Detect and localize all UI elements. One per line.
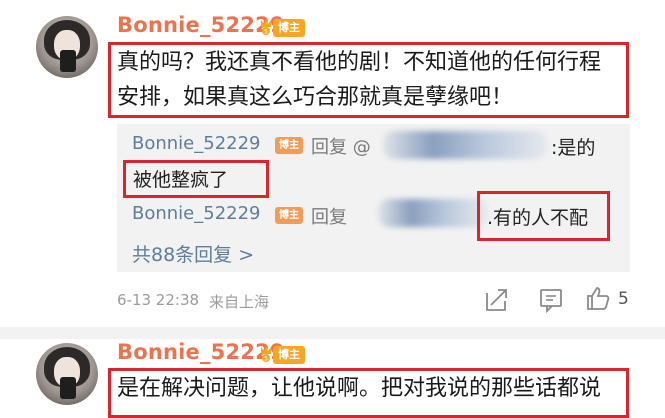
divider bbox=[0, 327, 665, 339]
reply-username[interactable]: Bonnie_52229 bbox=[132, 203, 261, 224]
host-badge: 博主 bbox=[273, 346, 305, 364]
like-icon[interactable] bbox=[585, 285, 611, 311]
reply-username[interactable]: Bonnie_52229 bbox=[132, 133, 261, 154]
blurred-username bbox=[378, 199, 488, 227]
comment-text-line-1: 真的吗？我还真不看他的剧！不知道他的任何行程 bbox=[117, 50, 602, 75]
like-count: 5 bbox=[618, 289, 629, 309]
host-badge: 博主 bbox=[273, 19, 305, 37]
svg-text:5: 5 bbox=[264, 356, 268, 363]
reply-text: .有的人不配 bbox=[487, 207, 589, 229]
comment-icon[interactable] bbox=[538, 287, 564, 313]
comment-location: 来自上海 bbox=[209, 293, 270, 311]
avatar[interactable] bbox=[36, 343, 98, 405]
avatar[interactable] bbox=[36, 16, 98, 78]
comment-text-line-1: 是在解决问题，让他说啊。把对我说的那些话都说 bbox=[117, 376, 602, 401]
comment-date: 6-13 22:38 bbox=[117, 291, 200, 309]
blurred-username bbox=[383, 131, 548, 159]
share-icon[interactable] bbox=[484, 287, 510, 313]
reply-text: 被他整疯了 bbox=[133, 169, 229, 191]
svg-text:5: 5 bbox=[264, 29, 268, 36]
reply-label: 回复 @ bbox=[311, 137, 371, 158]
comment-text-line-2: 安排，如果真这么巧合那就真是孽缘吧！ bbox=[117, 85, 514, 110]
verified-badge-icon: 5 bbox=[261, 346, 271, 363]
verified-badge-icon: 5 bbox=[261, 19, 271, 36]
reply-label: 回复 bbox=[311, 207, 347, 228]
host-badge: 博主 bbox=[275, 207, 303, 224]
more-replies-link[interactable]: 共88条回复 > bbox=[132, 240, 254, 267]
host-badge: 博主 bbox=[275, 137, 303, 154]
reply-text: :是的 bbox=[551, 137, 596, 159]
